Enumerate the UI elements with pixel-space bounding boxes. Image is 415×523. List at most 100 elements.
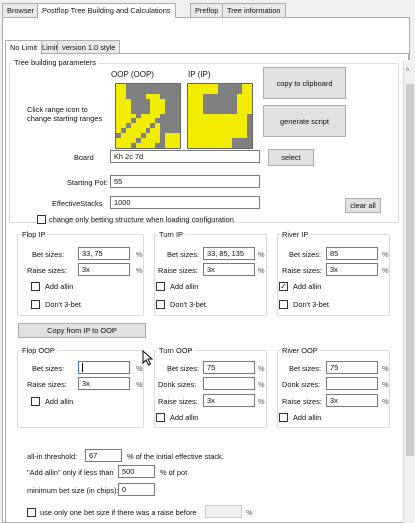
turn-oop-donk-input[interactable] [203, 377, 255, 390]
river-ip-raise-pct: % [382, 266, 389, 275]
river-oop-raise-pct: % [382, 397, 389, 406]
turn-ip-title: Turn IP [157, 230, 185, 240]
turn-ip-bet-label: Bet sizes: [167, 250, 200, 259]
turn-ip-add-allin-label: Add allin [170, 282, 199, 291]
min-bet-size-input[interactable]: 0 [118, 483, 155, 496]
one-bet-size-checkbox[interactable] [27, 508, 36, 517]
generate-script-button[interactable]: generate script [263, 105, 346, 137]
ip-range-icon[interactable] [187, 83, 253, 149]
tree-building-parameters-title: Tree building parameters [12, 58, 98, 68]
river-ip-add-allin-checkbox[interactable]: ✓ [279, 282, 288, 291]
mouse-pointer-icon [142, 350, 154, 366]
river-oop-title: River OOP [280, 346, 320, 356]
allin-threshold-label: all-in threshold: [27, 452, 78, 461]
add-allin-limit-label: "Add allin" only if less than [27, 468, 114, 477]
effective-stacks-input[interactable]: 1000 [110, 196, 260, 209]
river-ip-title: River IP [280, 230, 311, 240]
turn-oop-bet-pct: % [258, 364, 265, 373]
flop-oop-add-allin-label: Add allin [45, 397, 74, 406]
flop-ip-raise-pct: % [136, 266, 143, 275]
river-oop-donk-input[interactable] [326, 377, 378, 390]
river-oop-donk-label: Donk sizes: [282, 380, 321, 389]
flop-ip-bet-input[interactable]: 33, 75 [78, 247, 130, 260]
river-oop-raise-input[interactable]: 3x [326, 394, 378, 407]
tab-postflop[interactable]: Postflop Tree Building and Calculations [37, 3, 176, 18]
clear-all-button[interactable]: clear all [345, 198, 381, 213]
flop-ip-raise-label: Raise sizes: [27, 266, 67, 275]
board-label: Board [74, 153, 94, 162]
flop-ip-dont-3bet-checkbox[interactable] [31, 300, 40, 309]
one-bet-size-input[interactable] [205, 505, 242, 518]
select-board-button[interactable]: select [268, 149, 314, 166]
flop-oop-bet-label: Bet sizes: [32, 364, 65, 373]
river-oop-raise-label: Raise sizes: [282, 397, 322, 406]
flop-ip-bet-label: Bet sizes: [32, 250, 65, 259]
turn-oop-bet-input[interactable]: 75 [203, 361, 255, 374]
turn-oop-raise-label: Raise sizes: [158, 397, 198, 406]
effective-stacks-label: EffectiveStacks [52, 199, 103, 208]
tab-tree-information[interactable]: Tree information [222, 3, 286, 18]
river-ip-raise-input[interactable]: 3x [326, 263, 378, 276]
tab-browser[interactable]: Browser [2, 3, 40, 18]
flop-ip-add-allin-checkbox[interactable] [31, 282, 40, 291]
turn-oop-donk-pct: % [258, 380, 265, 389]
river-ip-bet-input[interactable]: 85 [326, 247, 378, 260]
flop-oop-title: Flop OOP [20, 346, 57, 356]
river-ip-dont-3bet-checkbox[interactable] [279, 300, 288, 309]
flop-oop-raise-input[interactable]: 3x [78, 377, 130, 390]
river-ip-bet-pct: % [382, 250, 389, 259]
turn-oop-add-allin-label: Add allin [170, 413, 199, 422]
flop-oop-raise-label: Raise sizes: [27, 380, 67, 389]
turn-ip-dont-3bet-label: Don't 3-bet [170, 300, 206, 309]
ip-range-label: IP (IP) [188, 70, 211, 79]
river-oop-add-allin-checkbox[interactable] [279, 413, 288, 422]
vertical-scrollbar[interactable]: ^ [403, 60, 415, 523]
add-allin-limit-input[interactable]: 500 [118, 465, 155, 478]
starting-pot-label: Starting Pot: [67, 178, 108, 187]
river-oop-bet-input[interactable]: 75 [326, 361, 378, 374]
river-ip-dont-3bet-label: Don't 3-bet [293, 300, 329, 309]
flop-ip-add-allin-label: Add allin [45, 282, 74, 291]
turn-ip-bet-input[interactable]: 33, 85, 135 [203, 247, 255, 260]
change-only-checkbox[interactable] [37, 215, 46, 224]
text-cursor [82, 363, 83, 372]
river-ip-bet-label: Bet sizes: [289, 250, 322, 259]
turn-ip-raise-label: Raise sizes: [158, 266, 198, 275]
allin-threshold-input[interactable]: 67 [85, 449, 122, 462]
add-allin-limit-suffix: % of pot [160, 468, 188, 477]
starting-pot-input[interactable]: 55 [110, 175, 260, 188]
flop-oop-raise-pct: % [136, 380, 143, 389]
turn-ip-bet-pct: % [258, 250, 265, 259]
scroll-up-icon[interactable]: ^ [406, 68, 409, 75]
flop-oop-add-allin-checkbox[interactable] [31, 397, 40, 406]
range-hint: Click range icon to change starting rang… [27, 105, 103, 123]
river-oop-bet-label: Bet sizes: [289, 364, 322, 373]
river-oop-donk-pct: % [382, 380, 389, 389]
one-bet-size-label: use only one bet size if there was a rai… [40, 508, 197, 517]
min-bet-size-label: minimum bet size (in chips): [27, 486, 119, 495]
scrollbar-thumb[interactable] [406, 84, 414, 456]
turn-ip-dont-3bet-checkbox[interactable] [156, 300, 165, 309]
oop-range-label: OOP (OOP) [111, 70, 154, 79]
turn-ip-add-allin-checkbox[interactable] [156, 282, 165, 291]
turn-oop-donk-label: Donk sizes: [158, 380, 197, 389]
river-oop-add-allin-label: Add allin [293, 413, 322, 422]
tab-preflop[interactable]: Preflop [190, 3, 224, 18]
turn-oop-raise-input[interactable]: 3x [203, 394, 255, 407]
turn-ip-raise-pct: % [258, 266, 265, 275]
river-ip-raise-label: Raise sizes: [282, 266, 322, 275]
copy-ip-to-oop-button[interactable]: Copy from IP to OOP [18, 323, 146, 338]
flop-oop-bet-input[interactable] [78, 361, 130, 374]
tab-no-limit[interactable]: No Limit [5, 40, 43, 55]
turn-ip-raise-input[interactable]: 3x [203, 263, 255, 276]
board-input[interactable]: Kh 2c 7d [110, 150, 260, 163]
turn-oop-bet-label: Bet sizes: [167, 364, 200, 373]
flop-ip-dont-3bet-label: Don't 3-bet [45, 300, 81, 309]
river-oop-bet-pct: % [382, 364, 389, 373]
oop-range-icon[interactable] [115, 83, 181, 149]
flop-ip-raise-input[interactable]: 3x [78, 263, 130, 276]
flop-ip-bet-pct: % [136, 250, 143, 259]
copy-to-clipboard-button[interactable]: copy to clipboard [263, 67, 346, 99]
turn-oop-add-allin-checkbox[interactable] [156, 413, 165, 422]
one-bet-size-pct: % [246, 508, 253, 517]
